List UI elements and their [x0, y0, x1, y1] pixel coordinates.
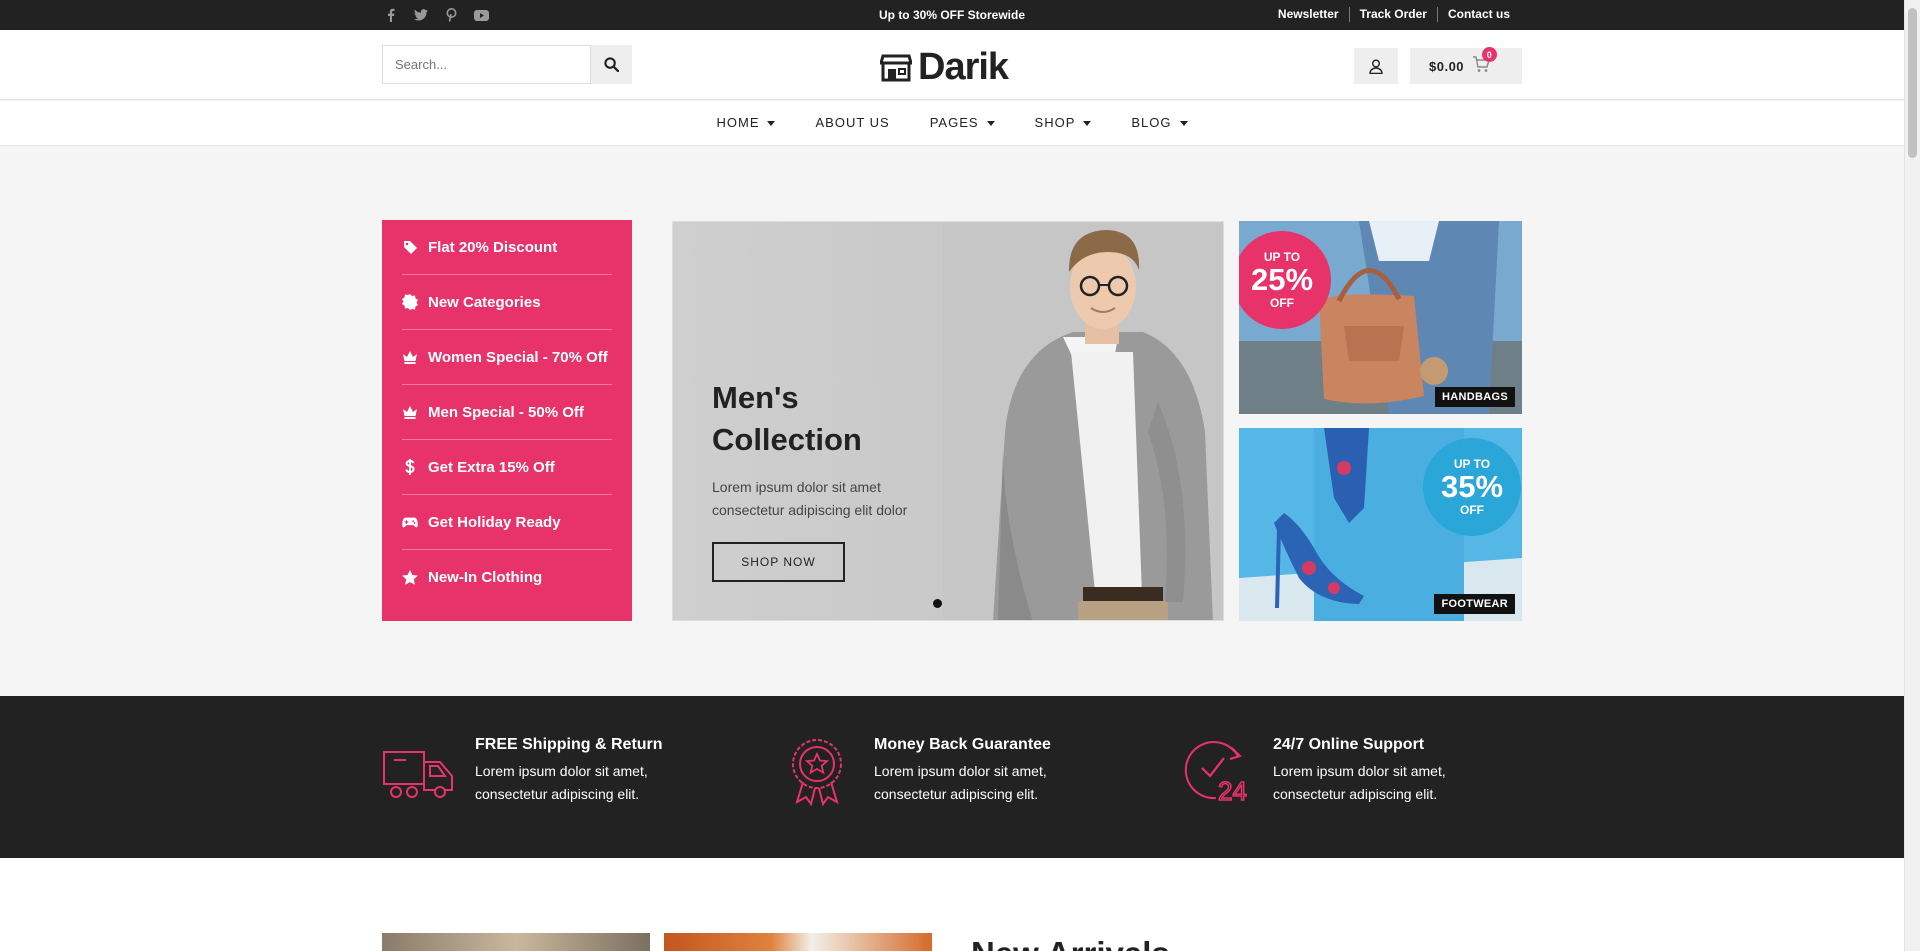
promo-text: Up to 30% OFF Storewide: [878, 8, 1025, 22]
svg-text:24: 24: [1218, 776, 1247, 806]
category-tag: FOOTWEAR: [1434, 594, 1515, 614]
badge-icon: [402, 294, 418, 310]
top-bar: Up to 30% OFF Storewide Newsletter Track…: [0, 0, 1904, 30]
contact-us-link[interactable]: Contact us: [1436, 7, 1520, 22]
new-arrivals-section: New Arrivals: [0, 858, 1904, 951]
slide-text: Lorem ipsum dolor sit amet consectetur a…: [712, 479, 908, 518]
product-image[interactable]: [664, 933, 932, 951]
cart-total: $0.00: [1429, 58, 1465, 74]
logo[interactable]: Darik: [880, 46, 1009, 89]
search-form: [382, 45, 632, 84]
offer-label: New Categories: [428, 293, 541, 311]
newsletter-link[interactable]: Newsletter: [1268, 7, 1349, 22]
discount-bottom: OFF: [1460, 503, 1484, 517]
offer-label: New-In Clothing: [428, 569, 543, 586]
promo-card-handbags[interactable]: UP TO 25% OFF HANDBAGS: [1239, 221, 1522, 414]
truck-icon: [383, 751, 453, 798]
feature-support: 24 24/7 Online Support Lorem ipsum dolor…: [1180, 734, 1483, 807]
nav-item-blog[interactable]: BLOG: [1111, 101, 1207, 145]
promo-card-footwear[interactable]: UP TO 35% OFF FOOTWEAR: [1239, 428, 1522, 621]
nav-item-shop[interactable]: SHOP: [1015, 101, 1112, 145]
top-links: Newsletter Track Order Contact us: [1268, 7, 1520, 22]
cart-button[interactable]: $0.00 0: [1410, 47, 1522, 84]
nav-label: PAGES: [929, 115, 979, 130]
feature-text: Lorem ipsum dolor sit amet, consectetur …: [475, 763, 648, 802]
offer-item-men-special[interactable]: Men Special - 50% Off: [402, 385, 612, 440]
caret-down-icon: [1179, 120, 1188, 126]
main-nav: HOME ABOUT US PAGES SHOP BLOG: [0, 101, 1904, 146]
store-icon: [880, 54, 912, 81]
nav-label: SHOP: [1034, 115, 1076, 130]
cart-count-badge: 0: [1482, 47, 1498, 62]
crown-icon: [402, 350, 418, 364]
account-button[interactable]: [1354, 48, 1398, 84]
feature-text: Lorem ipsum dolor sit amet, consectetur …: [874, 763, 1047, 802]
nav-item-about[interactable]: ABOUT US: [795, 101, 909, 145]
scrollbar-thumb[interactable]: [1908, 8, 1917, 158]
offer-label: Flat 20% Discount: [428, 238, 558, 256]
search-icon: [604, 57, 619, 72]
feature-shipping: FREE Shipping & Return Lorem ipsum dolor…: [382, 734, 685, 807]
hero-slider[interactable]: Men's Collection Lorem ipsum dolor sit a…: [672, 221, 1224, 621]
offer-label: Women Special - 70% Off: [428, 348, 608, 366]
site-header: Darik $0.00 0: [0, 30, 1904, 100]
page-scrollbar[interactable]: [1904, 0, 1920, 951]
category-tag: HANDBAGS: [1435, 387, 1515, 407]
caret-down-icon: [986, 120, 995, 126]
dollar-icon: [402, 459, 418, 475]
gamepad-icon: [402, 516, 418, 529]
discount-bottom: OFF: [1270, 296, 1294, 310]
search-input[interactable]: [382, 45, 591, 84]
offer-item-new-in[interactable]: New-In Clothing: [402, 550, 612, 605]
section-title: New Arrivals: [971, 934, 1170, 951]
offers-menu: Flat 20% Discount New Categories Women S…: [382, 220, 632, 621]
medal-icon: [792, 739, 842, 807]
offer-item-flat-discount[interactable]: Flat 20% Discount: [402, 220, 612, 275]
features-bar: FREE Shipping & Return Lorem ipsum dolor…: [0, 696, 1904, 858]
nav-label: ABOUT US: [815, 115, 890, 130]
feature-title: FREE Shipping & Return: [475, 736, 663, 753]
offer-item-new-categories[interactable]: New Categories: [402, 275, 612, 330]
offer-label: Get Extra 15% Off: [428, 458, 555, 476]
logo-text: Darik: [918, 46, 1009, 88]
offer-item-extra-off[interactable]: Get Extra 15% Off: [402, 440, 612, 495]
nav-label: BLOG: [1131, 115, 1172, 130]
discount-circle: UP TO 35% OFF: [1423, 438, 1521, 536]
slide-title: Men's Collection: [712, 380, 862, 457]
model-image: [943, 222, 1223, 620]
star-icon: [402, 570, 418, 585]
offer-item-holiday[interactable]: Get Holiday Ready: [402, 495, 612, 550]
shop-now-button[interactable]: SHOP NOW: [712, 542, 845, 582]
discount-value: 25%: [1250, 262, 1314, 297]
offer-label: Men Special - 50% Off: [428, 403, 584, 421]
feature-guarantee: Money Back Guarantee Lorem ipsum dolor s…: [781, 734, 1084, 807]
track-order-link[interactable]: Track Order: [1348, 7, 1437, 22]
nav-item-pages[interactable]: PAGES: [910, 101, 1015, 145]
feature-text: Lorem ipsum dolor sit amet, consectetur …: [1273, 763, 1446, 802]
nav-item-home[interactable]: HOME: [696, 101, 795, 145]
user-icon: [1369, 59, 1383, 74]
feature-title: Money Back Guarantee: [874, 736, 1051, 753]
tag-icon: [402, 240, 418, 255]
caret-down-icon: [767, 120, 776, 126]
product-image[interactable]: [382, 933, 650, 951]
nav-label: HOME: [716, 115, 760, 130]
discount-value: 35%: [1440, 469, 1504, 504]
search-button[interactable]: [591, 45, 632, 84]
offer-item-women-special[interactable]: Women Special - 70% Off: [402, 330, 612, 385]
clock-24-icon: 24: [1184, 741, 1248, 807]
slider-dot[interactable]: [933, 599, 942, 608]
crown-icon: [402, 405, 418, 419]
feature-title: 24/7 Online Support: [1273, 736, 1425, 753]
offer-label: Get Holiday Ready: [428, 513, 561, 531]
caret-down-icon: [1083, 120, 1092, 126]
